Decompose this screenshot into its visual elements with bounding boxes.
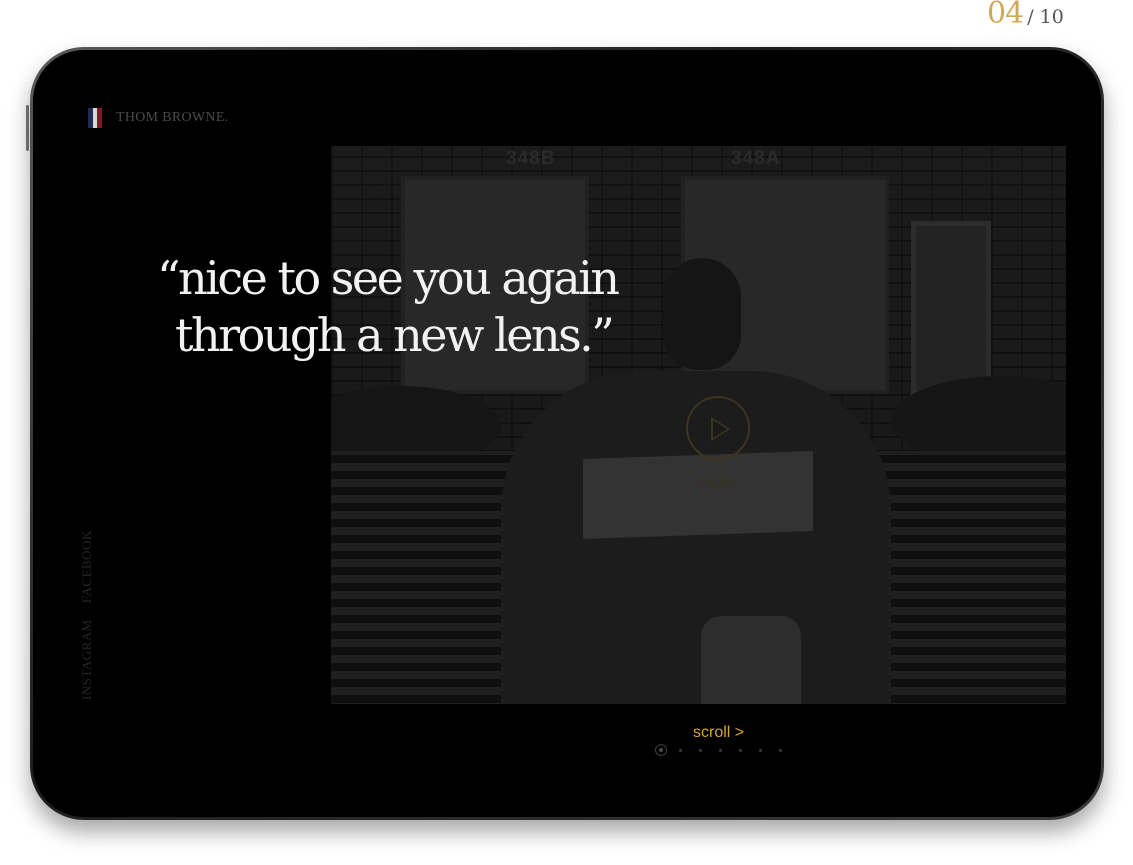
pagination-dot[interactable]	[719, 748, 722, 752]
pagination-dot[interactable]	[739, 748, 742, 752]
slide-counter-current: 04	[987, 0, 1024, 31]
tablet-frame: THOM BROWNE. 348B 348A PLAY “nice to see…	[26, 47, 1104, 820]
side-button	[26, 105, 29, 151]
instagram-link[interactable]: INSTAGRAM	[79, 619, 94, 700]
pagination-dot[interactable]	[779, 748, 782, 752]
hero-quote: “nice to see you again through a new len…	[157, 250, 677, 364]
slide-counter: 04/ 10	[987, 0, 1064, 31]
play-label: PLAY	[700, 475, 736, 490]
facebook-link[interactable]: FACEBOOK	[79, 530, 94, 603]
pagination-dots	[655, 744, 799, 756]
brand-name: THOM BROWNE.	[116, 110, 229, 125]
play-button[interactable]	[686, 396, 750, 460]
flag-icon	[88, 108, 103, 128]
slide-counter-total: / 10	[1027, 6, 1064, 28]
pagination-dot[interactable]	[759, 748, 762, 752]
quote-line-2: through a new lens.”	[175, 308, 615, 362]
brand-logo[interactable]: THOM BROWNE.	[88, 108, 228, 128]
pagination-dot[interactable]	[679, 748, 682, 752]
tablet-screen: THOM BROWNE. 348B 348A PLAY “nice to see…	[33, 50, 1101, 817]
pagination-dot[interactable]	[699, 748, 702, 752]
social-links: INSTAGRAM FACEBOOK	[79, 514, 95, 700]
pagination-dot-active[interactable]	[655, 744, 667, 756]
play-icon	[711, 417, 731, 441]
quote-line-1: “nice to see you again	[157, 251, 620, 305]
scroll-link[interactable]: scroll >	[693, 724, 744, 742]
